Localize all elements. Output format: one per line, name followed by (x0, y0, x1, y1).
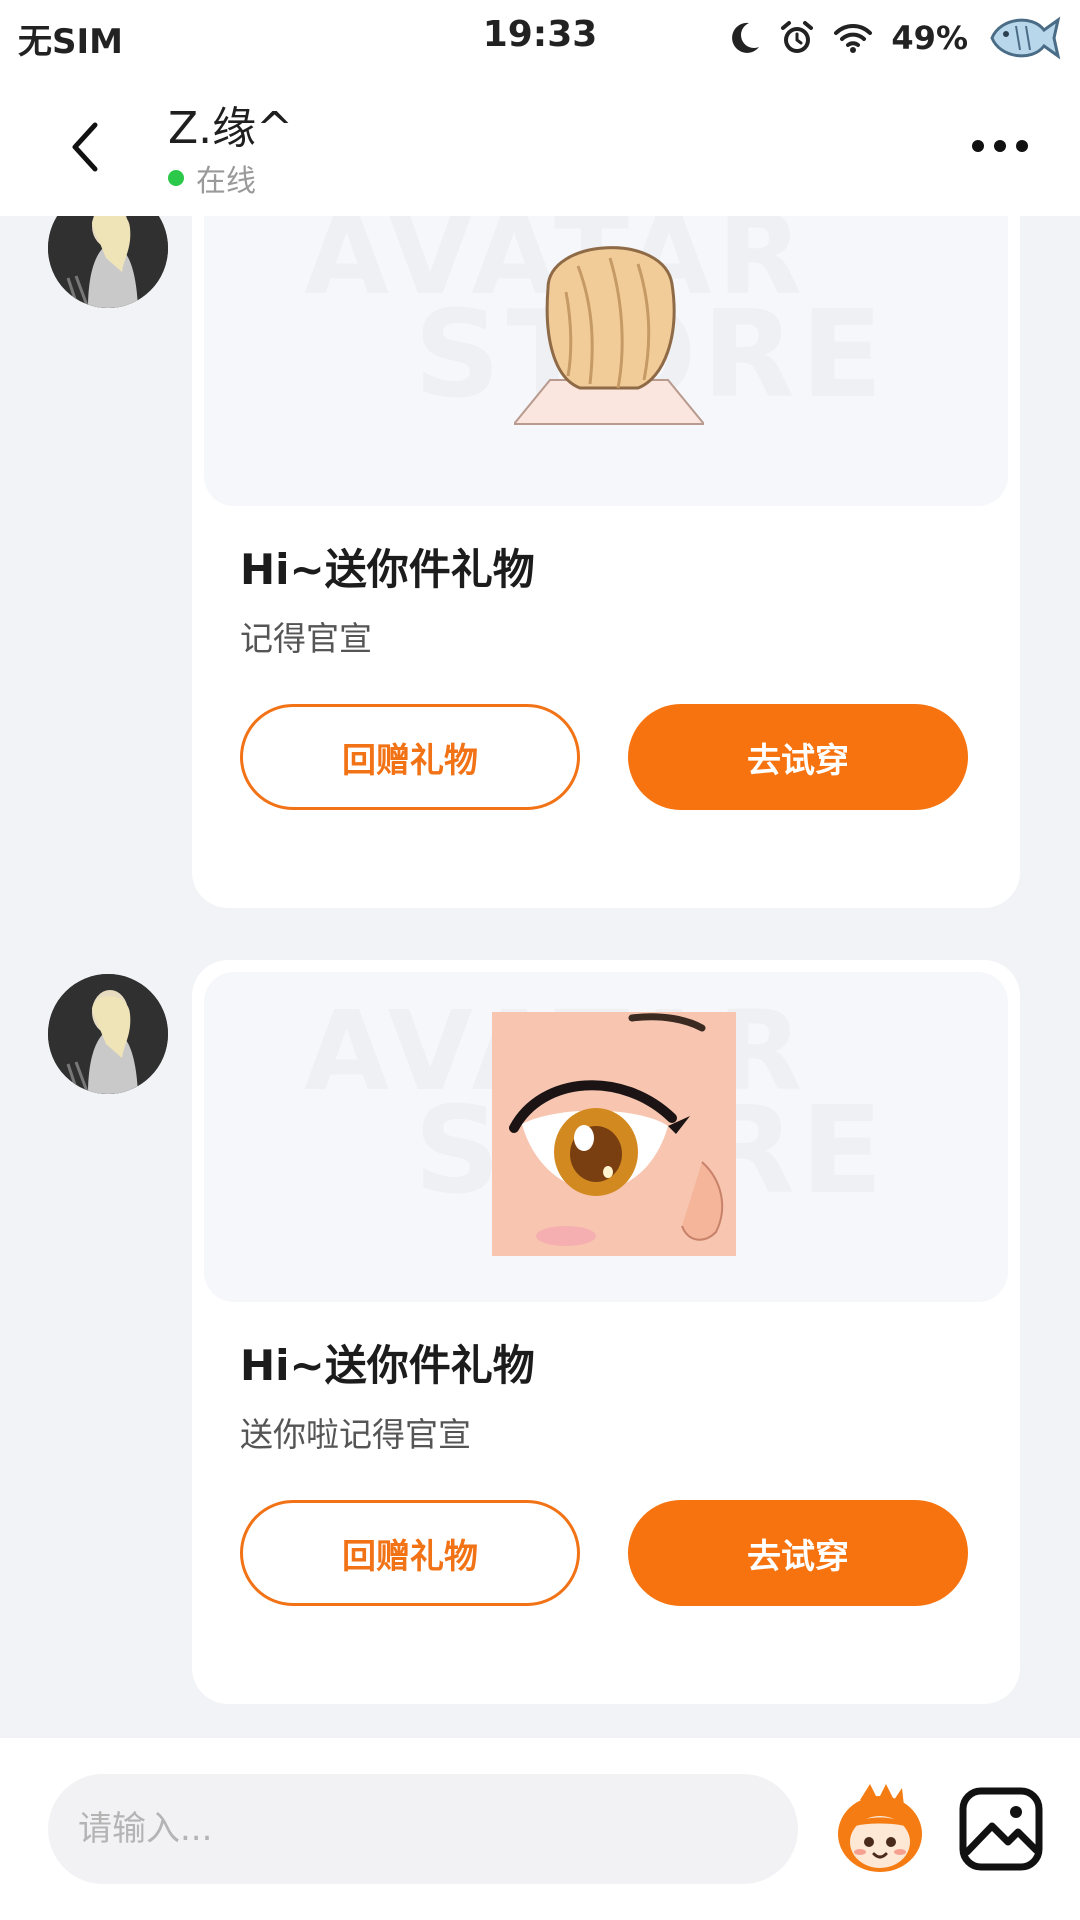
gift-preview[interactable]: AVATAR STORE (204, 216, 1008, 506)
alarm-icon (779, 20, 815, 56)
moon-icon (729, 21, 761, 55)
mascot-emoji-icon (838, 1784, 922, 1872)
input-bar (0, 1738, 1080, 1920)
image-icon (959, 1787, 1043, 1871)
gift-card: AVATAR STORE Hi~送你件礼物 记得官宣 回赠礼物 去试穿 (192, 216, 1020, 908)
anime-eye-item-icon (492, 1012, 736, 1256)
gift-title: Hi~送你件礼物 (240, 1341, 535, 1390)
chat-header: Z.缘^ 在线 (0, 76, 1080, 216)
gift-message: 送你啦记得官宣 (240, 1415, 471, 1454)
gift-message: 记得官宣 (240, 619, 372, 658)
status-icons: 49% (729, 10, 1062, 66)
sender-avatar[interactable] (48, 974, 168, 1094)
chevron-left-icon (72, 122, 98, 172)
try-on-button[interactable]: 去试穿 (628, 1500, 968, 1606)
status-bar: 无SIM 19:33 49% (0, 0, 1080, 76)
back-button[interactable] (50, 104, 120, 190)
presence-label: 在线 (196, 164, 256, 199)
more-dots-icon (972, 140, 1028, 152)
presence-status: 在线 (168, 156, 256, 200)
emoji-button[interactable] (830, 1778, 930, 1878)
online-dot-icon (168, 170, 184, 186)
image-button[interactable] (958, 1786, 1044, 1872)
wifi-icon (833, 22, 873, 54)
blonde-hair-item-icon (514, 246, 704, 425)
return-gift-button[interactable]: 回赠礼物 (240, 704, 580, 810)
contact-name[interactable]: Z.缘^ (168, 92, 293, 156)
message-input[interactable] (48, 1774, 798, 1884)
chat-message-list[interactable]: AVATAR STORE Hi~送你件礼物 记得官宣 回赠礼物 去试穿 AVAT… (0, 216, 1080, 1738)
return-gift-button[interactable]: 回赠礼物 (240, 1500, 580, 1606)
more-options-button[interactable] (960, 116, 1040, 176)
battery-level: 49% (891, 19, 968, 57)
sender-avatar[interactable] (48, 216, 168, 308)
try-on-button[interactable]: 去试穿 (628, 704, 968, 810)
gift-preview[interactable]: AVATAR STORE (204, 972, 1008, 1302)
fish-icon (986, 12, 1062, 64)
gift-title: Hi~送你件礼物 (240, 545, 535, 594)
gift-card: AVATAR STORE Hi~送你件礼物 送你啦记得官宣 回赠礼物 去试穿 (192, 960, 1020, 1704)
